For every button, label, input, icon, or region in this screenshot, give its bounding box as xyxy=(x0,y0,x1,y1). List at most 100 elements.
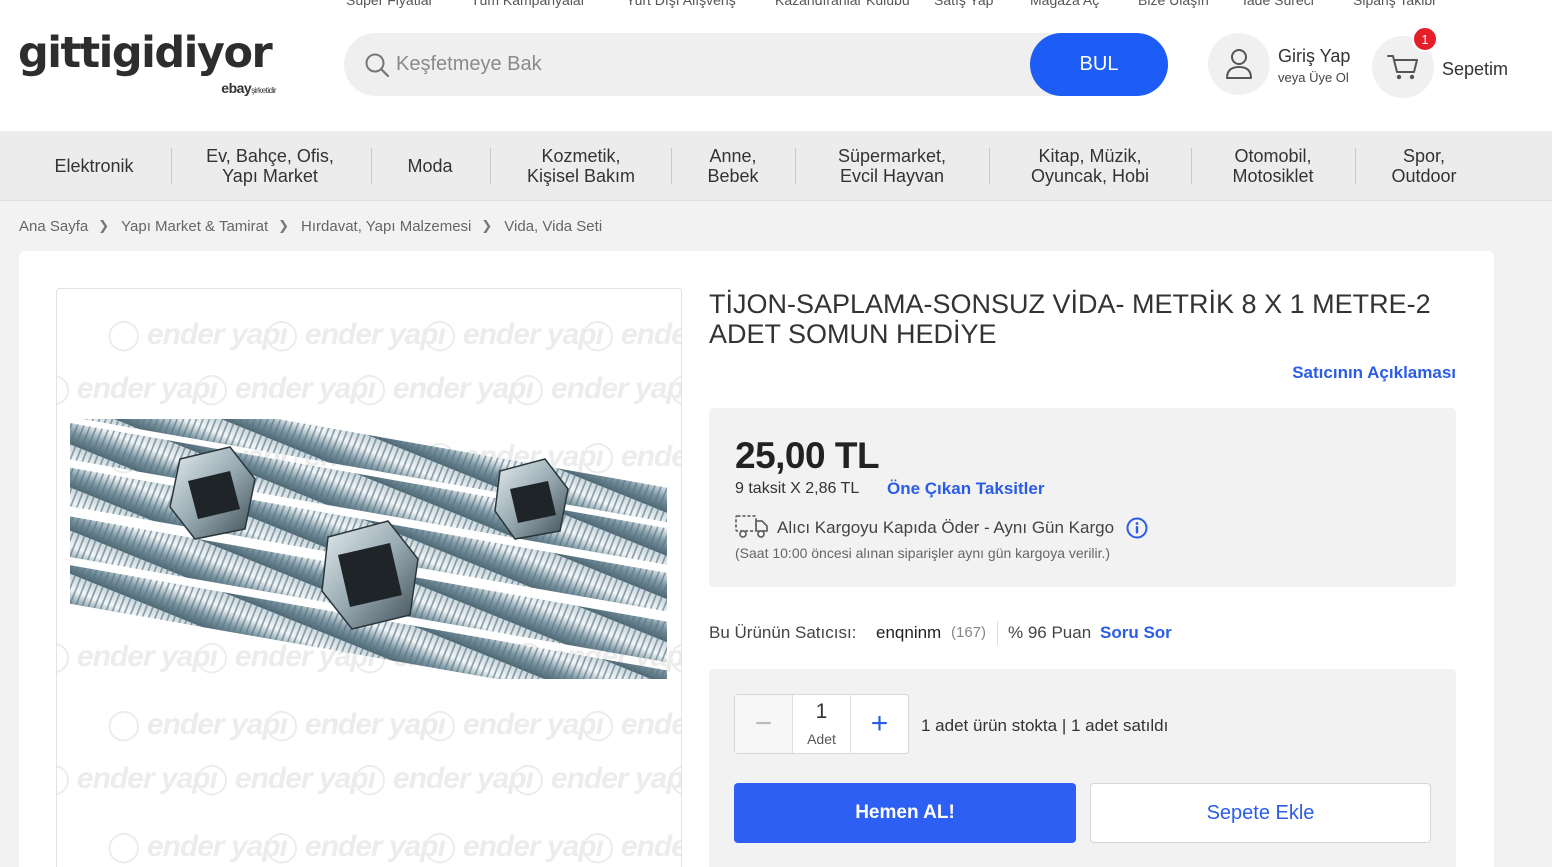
chevron-right-icon: ❯ xyxy=(98,218,110,233)
nav-divider xyxy=(1355,148,1356,184)
search-icon xyxy=(365,53,390,78)
increase-quantity-button[interactable]: + xyxy=(850,695,908,753)
top-link[interactable]: Bize Ulaşın xyxy=(1138,0,1209,8)
truck-icon xyxy=(735,515,768,538)
register-link[interactable]: veya Üye Ol xyxy=(1278,70,1349,85)
user-account[interactable]: Giriş Yap veya Üye Ol xyxy=(1208,33,1368,99)
nav-divider xyxy=(795,148,796,184)
watermark-logo: ◯ ender yapı xyxy=(265,318,446,351)
breadcrumb: Ana Sayfa ❯ Yapı Market & Tamirat ❯ Hırd… xyxy=(19,217,602,235)
logo-text: gittigidiyor xyxy=(18,28,273,78)
quantity-value[interactable]: 1 xyxy=(793,700,850,724)
shipping-note: (Saat 10:00 öncesi alınan siparişler ayn… xyxy=(735,545,1111,561)
nav-label: Elektronik xyxy=(54,156,134,176)
cart-count-badge: 1 xyxy=(1412,26,1438,52)
breadcrumb-link[interactable]: Hırdavat, Yapı Malzemesi xyxy=(301,218,471,235)
product-image-gallery[interactable]: ◯ ender yapı ◯ ender yapı ◯ ender yapı ◯ en… xyxy=(56,288,682,867)
watermark-logo: ◯ ender yapı xyxy=(511,372,682,405)
nav-item-spor[interactable]: Spor, Outdoor xyxy=(1365,131,1483,201)
nav-label: Kişisel Bakım xyxy=(526,166,636,186)
user-icon xyxy=(1226,49,1252,79)
watermark-logo: ◯ ender yapı xyxy=(581,708,681,741)
nav-item-anne-bebek[interactable]: Anne, Bebek xyxy=(680,131,786,201)
watermark-logo: ◯ ender yapı xyxy=(353,762,534,795)
watermark-logo: ◯ ender yapı xyxy=(265,830,446,863)
top-link[interactable]: Mağaza Aç xyxy=(1030,0,1099,8)
watermark-logo: ◯ ender yapı xyxy=(265,708,446,741)
cart-button[interactable]: 1 Sepetim xyxy=(1372,26,1522,102)
nav-label: Evcil Hayvan xyxy=(839,166,945,186)
watermark-logo: ◯ ender yapı xyxy=(57,372,218,405)
top-link[interactable]: İade Süreci xyxy=(1243,0,1314,8)
nav-divider xyxy=(490,148,491,184)
info-icon[interactable] xyxy=(1126,517,1148,539)
nav-item-kitap[interactable]: Kitap, Müzik, Oyuncak, Hobi xyxy=(999,131,1181,201)
watermark-logo: ◯ ender yapı xyxy=(423,318,604,351)
seller-divider xyxy=(997,621,998,645)
top-link[interactable]: Satış Yap xyxy=(934,0,993,8)
quantity-stepper: − 1 Adet + xyxy=(734,694,909,754)
logo-sub-brand: ebay xyxy=(221,80,252,96)
buy-now-button[interactable]: Hemen AL! xyxy=(734,783,1076,843)
watermark-logo: ◯ ender yapı xyxy=(57,762,218,795)
login-link[interactable]: Giriş Yap xyxy=(1278,46,1350,67)
decrease-quantity-button[interactable]: − xyxy=(735,695,793,753)
watermark-logo: ◯ ender yapı xyxy=(107,830,288,863)
nav-item-moda[interactable]: Moda xyxy=(380,131,480,201)
top-links-bar: Süper Fiyatlar Tüm Kampanyalar Yurt Dışı… xyxy=(0,0,1552,8)
watermark-logo: ◯ ender yapı xyxy=(195,762,376,795)
installments-link[interactable]: Öne Çıkan Taksitler xyxy=(887,479,1044,499)
nav-label: Oyuncak, Hobi xyxy=(1030,166,1150,186)
nav-label: Motosiklet xyxy=(1232,166,1314,186)
watermark-logo: ◯ ender yapı xyxy=(669,371,681,406)
product-image xyxy=(70,419,667,679)
top-link[interactable]: Süper Fiyatlar xyxy=(346,0,433,8)
cart-label: Sepetim xyxy=(1442,59,1509,79)
nav-label: Kozmetik, xyxy=(541,146,621,166)
quantity-unit: Adet xyxy=(807,731,836,747)
nav-label: Spor, xyxy=(1402,146,1445,166)
nav-label: Yapı Market xyxy=(222,166,318,186)
stock-info: 1 adet ürün stokta | 1 adet satıldı xyxy=(921,716,1169,735)
nav-divider xyxy=(371,148,372,184)
seller-name-link[interactable]: enqninm xyxy=(876,623,941,643)
nav-item-supermarket[interactable]: Süpermarket, Evcil Hayvan xyxy=(805,131,979,201)
watermark-logo: ◯ ender yapı xyxy=(581,830,681,863)
nav-item-ev-bahce[interactable]: Ev, Bahçe, Ofis, Yapı Market xyxy=(180,131,360,201)
nav-label: Ev, Bahçe, Ofis, xyxy=(206,146,334,166)
seller-description-link[interactable]: Satıcının Açıklaması xyxy=(1292,363,1456,383)
site-logo[interactable]: gittigidiyor ebayşirketidir xyxy=(18,28,278,102)
cart-icon xyxy=(1387,55,1418,80)
breadcrumb-link[interactable]: Yapı Market & Tamirat xyxy=(121,218,268,235)
top-link[interactable]: Sipariş Takibi xyxy=(1353,0,1435,8)
nav-divider xyxy=(671,148,672,184)
watermark-logo: ◯ ender yapı xyxy=(423,708,604,741)
nav-label: Bebek xyxy=(707,166,759,186)
top-link[interactable]: Yurt Dışı Alışveriş xyxy=(626,0,736,8)
search-bar: BUL xyxy=(344,33,1168,96)
seller-rating-count: (167) xyxy=(951,624,987,641)
nav-label: Anne, xyxy=(709,146,757,166)
top-link[interactable]: Tüm Kampanyalar xyxy=(471,0,585,8)
seller-label: Bu Ürünün Satıcısı: xyxy=(709,623,857,642)
ask-question-link[interactable]: Soru Sor xyxy=(1100,623,1172,643)
top-link[interactable]: Kazandıranlar Kulübü xyxy=(775,0,910,8)
breadcrumb-link[interactable]: Vida, Vida Seti xyxy=(504,218,602,235)
product-title: TİJON-SAPLAMA-SONSUZ VİDA- METRİK 8 X 1 … xyxy=(709,289,1431,349)
nav-label: Kitap, Müzik, xyxy=(1038,146,1142,166)
watermark-logo: ◯ ender yapı xyxy=(511,762,682,795)
breadcrumb-link[interactable]: Ana Sayfa xyxy=(19,218,88,235)
shipping-info: Alıcı Kargoyu Kapıda Öder - Aynı Gün Kar… xyxy=(777,518,1115,537)
add-to-cart-button[interactable]: Sepete Ekle xyxy=(1090,783,1431,843)
chevron-right-icon: ❯ xyxy=(278,218,290,233)
nav-item-otomobil[interactable]: Otomobil, Motosiklet xyxy=(1201,131,1345,201)
nav-label: Moda xyxy=(407,156,453,176)
search-button[interactable]: BUL xyxy=(1030,33,1168,96)
installment-info: 9 taksit X 2,86 TL xyxy=(735,480,860,497)
nav-item-elektronik[interactable]: Elektronik xyxy=(30,131,158,201)
search-input[interactable] xyxy=(396,33,996,96)
watermark-logo: ◯ ender yapı xyxy=(353,372,534,405)
watermark-logo: ◯ ender yapı xyxy=(195,372,376,405)
watermark-logo: ◯ ender yapı xyxy=(423,830,604,863)
nav-item-kozmetik[interactable]: Kozmetik, Kişisel Bakım xyxy=(500,131,662,201)
